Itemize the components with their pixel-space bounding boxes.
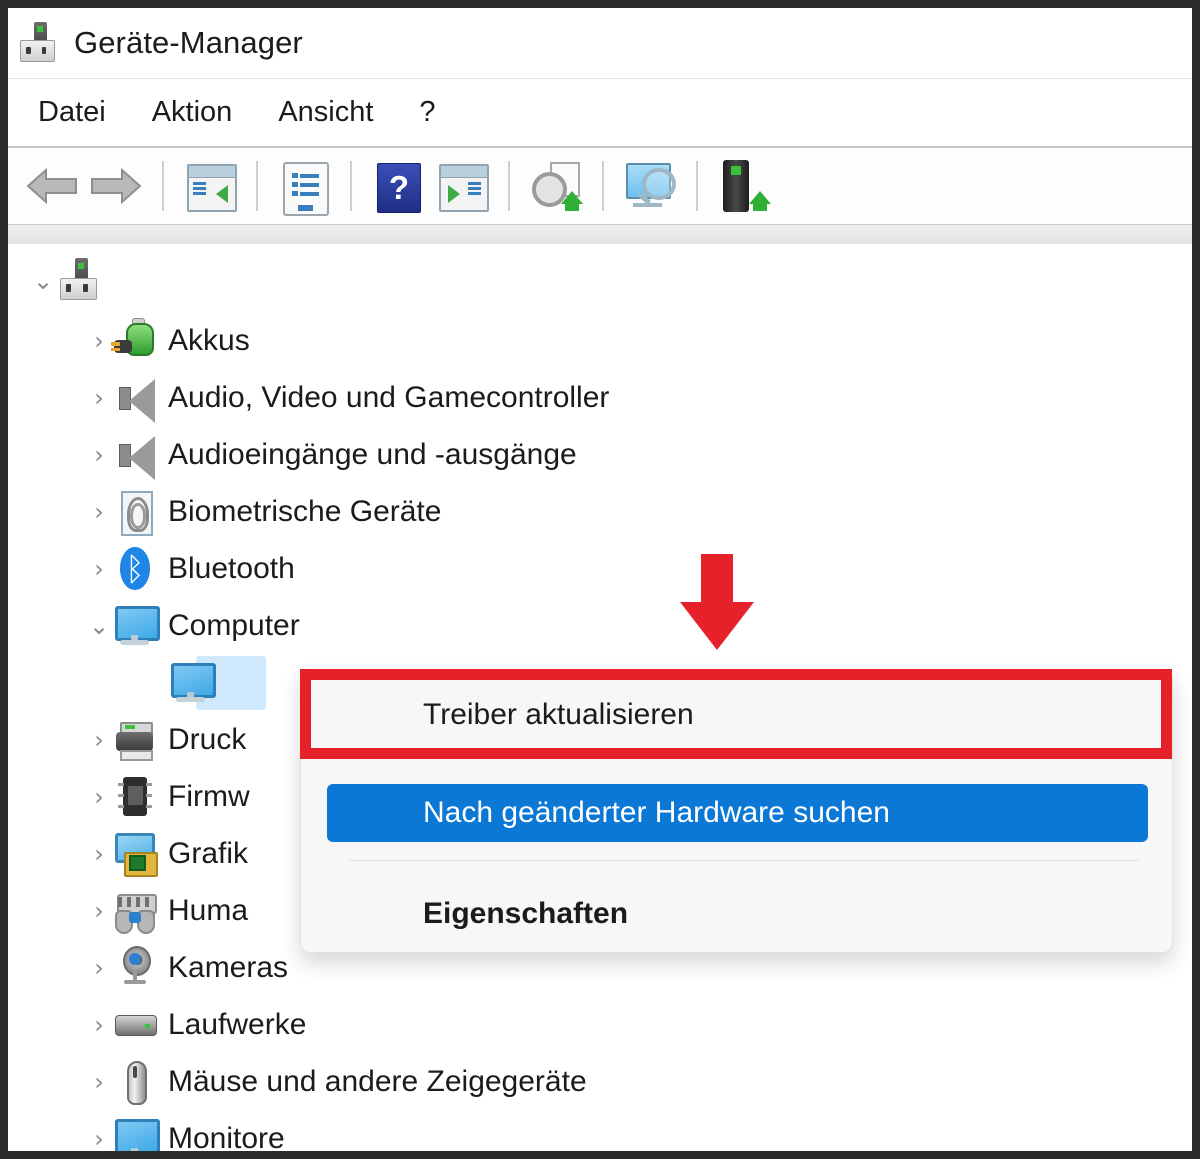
tree-item-biometrische-geraete[interactable]: › Biometrische Geräte	[8, 483, 1192, 540]
bluetooth-icon: ᛒ	[112, 546, 158, 592]
chevron-down-icon[interactable]: ⌄	[86, 614, 112, 638]
tree-item-label: Kameras	[168, 950, 289, 984]
toolbar-separator	[162, 161, 164, 211]
tree-item-label: Monitore	[168, 1121, 285, 1152]
menu-aktion[interactable]: Aktion	[152, 96, 233, 129]
arrow-right-glyph	[91, 167, 142, 205]
show-hide-action-pane-icon[interactable]	[433, 157, 491, 215]
disk-drive-icon	[112, 1002, 158, 1048]
camera-icon	[112, 945, 158, 991]
tree-item-label: Bluetooth	[168, 551, 295, 585]
forward-icon[interactable]	[87, 157, 145, 215]
tree-item-label: Laufwerke	[168, 1007, 307, 1041]
menu-help[interactable]: ?	[419, 96, 435, 129]
arrow-left-glyph	[26, 167, 77, 205]
chevron-right-icon[interactable]: ›	[86, 1070, 112, 1094]
monitor-icon	[112, 603, 161, 649]
chevron-right-icon[interactable]: ›	[86, 1127, 112, 1151]
tree-item-label: Firmw	[168, 779, 250, 813]
toolbar: ?	[8, 146, 1192, 224]
ctx-properties[interactable]: Eigenschaften	[327, 885, 1148, 943]
menu-datei[interactable]: Datei	[38, 96, 106, 129]
speaker-icon	[112, 375, 158, 424]
tree-item-monitore[interactable]: › Monitore	[8, 1110, 1192, 1151]
chevron-right-icon[interactable]: ›	[86, 1013, 112, 1037]
tree-item-computer[interactable]: ⌄ Computer	[8, 597, 1192, 654]
update-driver-icon[interactable]	[527, 157, 585, 215]
ctx-item-label: Eigenschaften	[423, 897, 629, 930]
tree-item-laufwerke[interactable]: › Laufwerke	[8, 996, 1192, 1053]
chevron-right-icon[interactable]: ›	[86, 386, 112, 410]
ctx-item-label: Nach geänderter Hardware suchen	[423, 796, 890, 829]
tree-item-audioein-ausgaenge[interactable]: › Audioeingänge und -ausgänge	[8, 426, 1192, 483]
tree-root[interactable]: ⌄	[8, 252, 1192, 309]
computer-root-icon	[56, 258, 102, 304]
monitor-icon	[112, 1116, 161, 1151]
tree-item-label: Akkus	[168, 323, 250, 357]
graphics-card-icon	[112, 831, 159, 877]
fingerprint-icon	[112, 489, 158, 536]
tree-item-maeuse-zeigegeraete[interactable]: › Mäuse und andere Zeigegeräte	[8, 1053, 1192, 1110]
tree-item-label: Mäuse und andere Zeigegeräte	[168, 1064, 587, 1098]
mouse-icon	[112, 1059, 158, 1105]
menu-bar: Datei Aktion Ansicht ?	[8, 78, 1192, 146]
help-icon[interactable]: ?	[369, 157, 427, 215]
chevron-right-icon[interactable]: ›	[86, 956, 112, 980]
tree-item-label: Grafik	[168, 836, 249, 870]
tree-item-label: Audioeingänge und -ausgänge	[168, 437, 577, 471]
chevron-right-icon[interactable]: ›	[86, 785, 112, 809]
toolbar-separator	[256, 161, 258, 211]
menu-ansicht[interactable]: Ansicht	[278, 96, 373, 129]
tree-item-bluetooth[interactable]: › ᛒ Bluetooth	[8, 540, 1192, 597]
hid-gamepad-icon	[112, 888, 158, 934]
properties-icon[interactable]	[275, 157, 333, 216]
back-icon[interactable]	[23, 157, 81, 215]
toolbar-separator	[350, 161, 352, 211]
chevron-right-icon[interactable]: ›	[86, 899, 112, 923]
toolbar-separator	[602, 161, 604, 211]
tree-item-label: Computer	[168, 608, 300, 642]
tree-item-audio-video-gamecontroller[interactable]: › Audio, Video und Gamecontroller	[8, 369, 1192, 426]
tree-item-label: Biometrische Geräte	[168, 494, 442, 528]
printer-icon	[112, 717, 158, 763]
chevron-right-icon[interactable]: ›	[86, 728, 112, 752]
chevron-down-icon[interactable]: ⌄	[30, 269, 56, 293]
scan-for-hardware-changes-icon[interactable]	[621, 157, 679, 215]
toolbar-divider	[8, 224, 1192, 246]
battery-icon	[111, 318, 158, 364]
chevron-right-icon[interactable]: ›	[86, 500, 112, 524]
red-highlight-box	[300, 669, 1172, 759]
chevron-right-icon[interactable]: ›	[86, 443, 112, 467]
chevron-right-icon[interactable]: ›	[86, 557, 112, 581]
title-bar: Geräte-Manager	[8, 8, 1192, 78]
device-manager-icon	[16, 21, 60, 65]
tree-item-akkus[interactable]: › Akkus	[8, 312, 1192, 369]
toolbar-separator	[508, 161, 510, 211]
firmware-chip-icon	[112, 774, 158, 820]
speaker-icon	[112, 432, 158, 481]
tree-item-label: Druck	[168, 722, 247, 756]
red-down-arrow	[680, 554, 754, 650]
monitor-icon	[168, 660, 217, 706]
add-legacy-hardware-icon[interactable]	[715, 157, 773, 215]
window-title: Geräte-Manager	[74, 25, 303, 60]
context-menu-separator	[349, 860, 1139, 861]
device-manager-window: Geräte-Manager Datei Aktion Ansicht ? ? …	[0, 0, 1200, 1159]
tree-item-label: Audio, Video und Gamecontroller	[168, 380, 610, 414]
ctx-scan-hardware-changes[interactable]: Nach geänderter Hardware suchen	[327, 784, 1148, 842]
chevron-right-icon[interactable]: ›	[86, 329, 112, 353]
tree-item-label: Huma	[168, 893, 249, 927]
show-hide-console-tree-icon[interactable]	[181, 157, 239, 215]
chevron-right-icon[interactable]: ›	[86, 842, 112, 866]
toolbar-separator	[696, 161, 698, 211]
